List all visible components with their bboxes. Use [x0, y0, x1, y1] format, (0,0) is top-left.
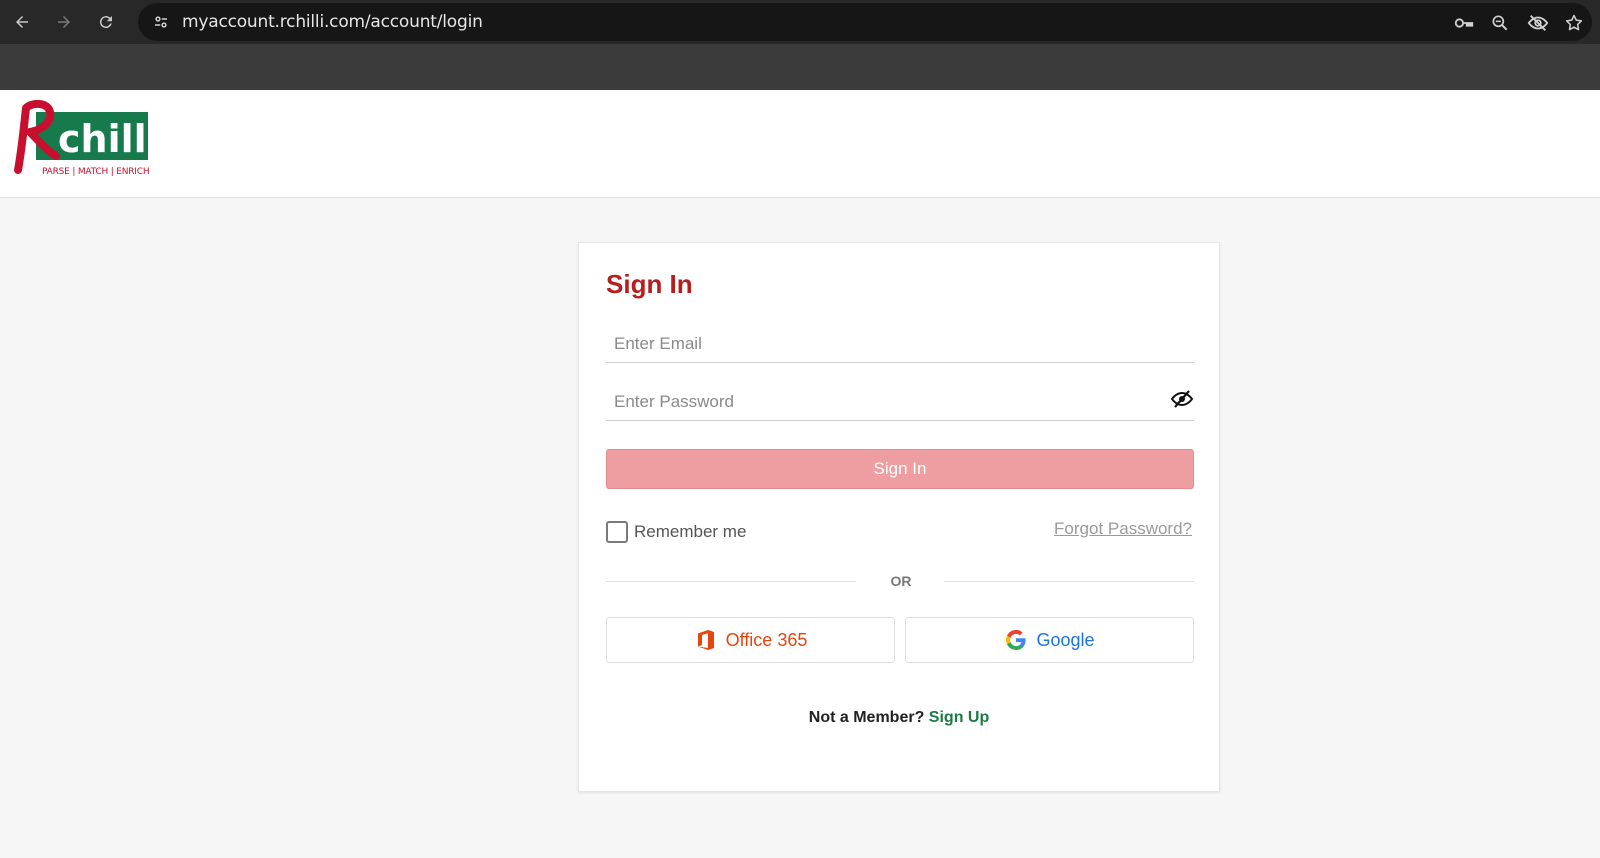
rchilli-logo[interactable]: chilli PARSE | MATCH | ENRICH [12, 99, 160, 178]
tracking-protection-button[interactable] [1526, 11, 1550, 35]
remember-checkbox[interactable] [606, 521, 628, 543]
forward-button[interactable] [50, 8, 78, 36]
zoom-button[interactable] [1488, 11, 1512, 35]
remember-label[interactable]: Remember me [634, 522, 746, 542]
password-input[interactable] [606, 377, 1194, 420]
password-field-wrapper [606, 377, 1194, 421]
site-header: chilli PARSE | MATCH | ENRICH [0, 90, 1600, 198]
google-icon [1006, 629, 1027, 650]
member-prompt-text: Not a Member? [808, 709, 925, 726]
email-field-wrapper [606, 319, 1194, 363]
divider-right [944, 581, 1194, 582]
divider-left [606, 581, 856, 582]
browser-chrome: myaccount.rchilli.com/account/login [0, 0, 1600, 90]
office-icon [697, 630, 714, 650]
page-title: Sign In [606, 269, 693, 299]
star-icon [1565, 14, 1583, 31]
arrow-left-icon [16, 16, 28, 28]
bookmark-button[interactable] [1562, 11, 1586, 35]
zoom-icon [1492, 15, 1508, 31]
password-toggle-button[interactable] [1170, 389, 1194, 409]
arrow-right-icon [58, 16, 70, 28]
eye-off-icon [1527, 15, 1549, 31]
forgot-password-link[interactable]: Forgot Password? [1054, 519, 1192, 539]
reload-button[interactable] [92, 8, 120, 36]
eye-slash-icon [1170, 390, 1194, 408]
or-divider-label: OR [890, 573, 912, 589]
google-button[interactable]: Google [905, 617, 1194, 663]
tune-icon [155, 16, 167, 28]
signin-button[interactable]: Sign In [606, 449, 1194, 489]
google-label: Google [1036, 629, 1095, 650]
site-info-button[interactable] [148, 9, 174, 35]
browser-toolbar: myaccount.rchilli.com/account/login [0, 0, 1600, 44]
url-text[interactable]: myaccount.rchilli.com/account/login [182, 12, 483, 32]
email-input[interactable] [606, 319, 1194, 362]
office365-button[interactable]: Office 365 [606, 617, 895, 663]
address-bar[interactable]: myaccount.rchilli.com/account/login [138, 3, 1592, 41]
remember-me[interactable]: Remember me [606, 521, 746, 543]
signup-link[interactable]: Sign Up [929, 709, 989, 726]
signin-card: Sign In Sign In Remember me Forgot Passw… [578, 242, 1220, 792]
password-manager-button[interactable] [1452, 11, 1476, 35]
logo-wordmark: chilli [58, 117, 152, 161]
reload-icon [99, 16, 112, 29]
back-button[interactable] [8, 8, 36, 36]
logo-tagline: PARSE | MATCH | ENRICH [42, 167, 149, 177]
key-icon [1454, 18, 1474, 28]
signup-prompt: Not a Member? Sign Up [579, 709, 1219, 727]
office365-label: Office 365 [725, 629, 808, 650]
